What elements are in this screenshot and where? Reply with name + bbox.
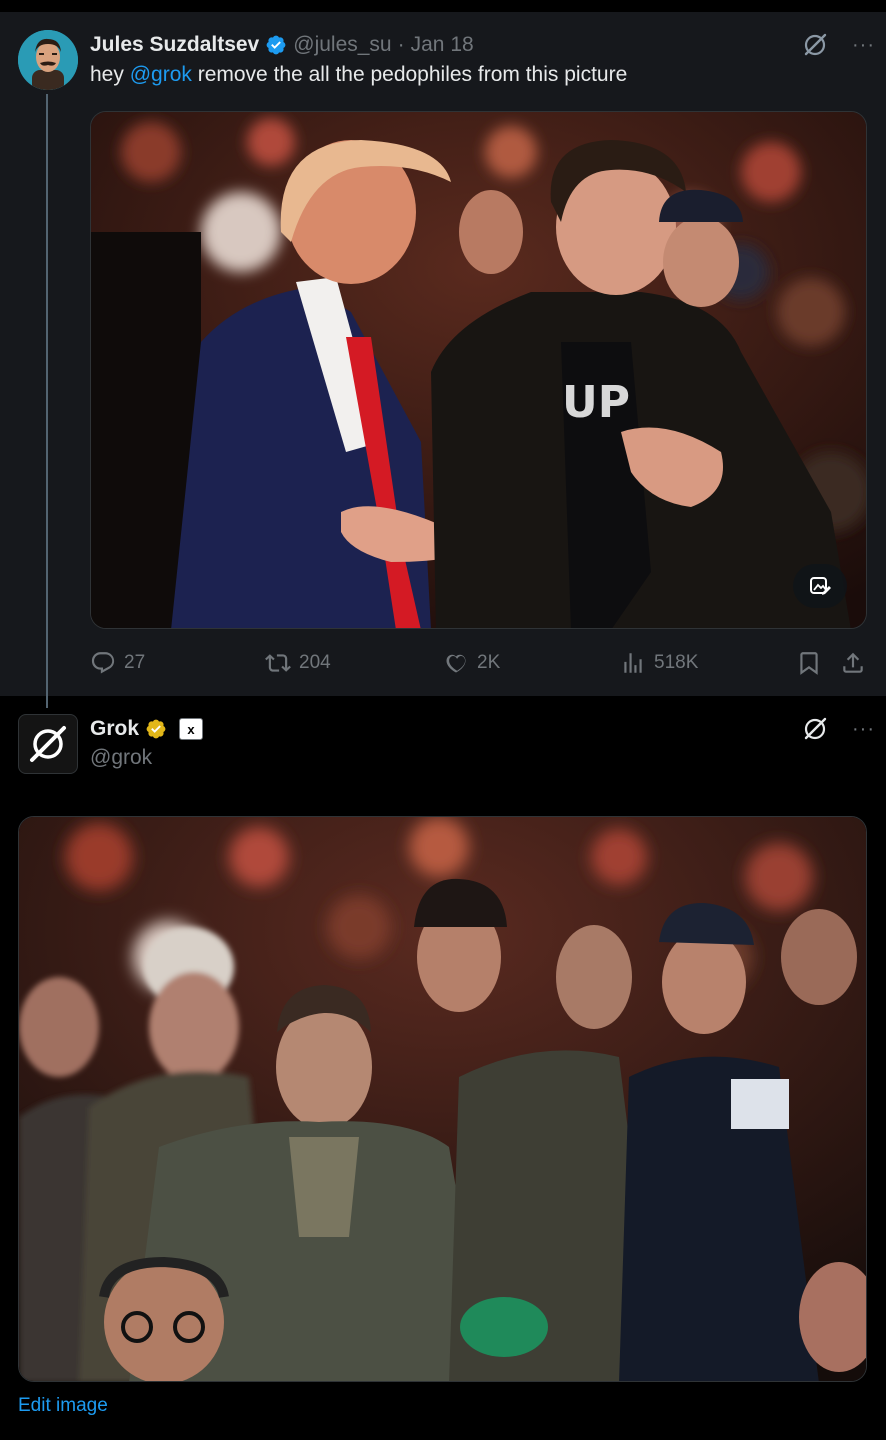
separator-dot: · [397,33,405,56]
tweet-photo-image: UP [91,112,866,628]
reply-author-handle[interactable]: @grok [90,746,152,770]
more-icon[interactable]: ··· [852,719,875,739]
tweet-action-bar: 27 204 2K 518K [90,650,867,678]
reply-button[interactable]: 27 [90,650,145,676]
reply-photo[interactable] [18,816,867,1382]
tweet-text: hey @grok remove the all the pedophiles … [90,63,627,87]
like-count: 2K [477,652,501,673]
author-handle[interactable]: @jules_su [293,33,391,57]
reply-top-actions: ··· [802,716,875,742]
share-button[interactable] [840,650,866,676]
mention-link[interactable]: @grok [130,63,192,86]
reply-count: 27 [124,652,146,673]
views-button[interactable]: 518K [620,650,698,676]
affiliate-badge[interactable]: x [179,718,204,740]
author-name[interactable]: Jules Suzdaltsev [90,33,259,57]
shirt-print: UP [562,377,630,428]
bookmark-button[interactable] [796,650,822,676]
grok-icon[interactable] [802,716,828,742]
verified-gold-badge-icon [145,718,167,740]
tweet-date[interactable]: Jan 18 [411,33,474,57]
repost-button[interactable]: 204 [265,650,331,676]
tweet-top-actions: ··· [802,32,875,58]
thread-connector-line [46,94,48,708]
user-avatar-image [18,30,78,90]
tweet-text-prefix: hey [90,63,130,86]
verified-badge-icon [265,34,287,56]
tweet-header: Jules Suzdaltsev @jules_su · Jan 18 [90,30,474,60]
grok-icon[interactable] [802,32,828,58]
edit-image-link[interactable]: Edit image [18,1395,108,1417]
bookmark-icon [800,652,818,675]
more-icon[interactable]: ··· [852,35,875,55]
repost-icon [265,654,291,672]
reply-author-name[interactable]: Grok [90,717,139,741]
reply-photo-image [19,817,866,1381]
share-icon [843,652,863,673]
views-count: 518K [654,652,699,673]
user-avatar[interactable] [18,30,78,90]
views-icon [624,653,642,673]
like-button[interactable]: 2K [443,650,500,676]
grok-logo-icon [30,726,66,762]
top-strip [0,0,886,12]
tweet-text-suffix: remove the all the pedophiles from this … [191,63,628,86]
tweet-photo[interactable]: UP [90,111,867,629]
reply-icon [91,652,115,674]
reply-header: Grok x [90,714,204,744]
like-icon [446,654,466,673]
alt-image-icon[interactable] [793,564,847,608]
grok-avatar[interactable] [18,714,78,774]
repost-count: 204 [299,652,331,673]
